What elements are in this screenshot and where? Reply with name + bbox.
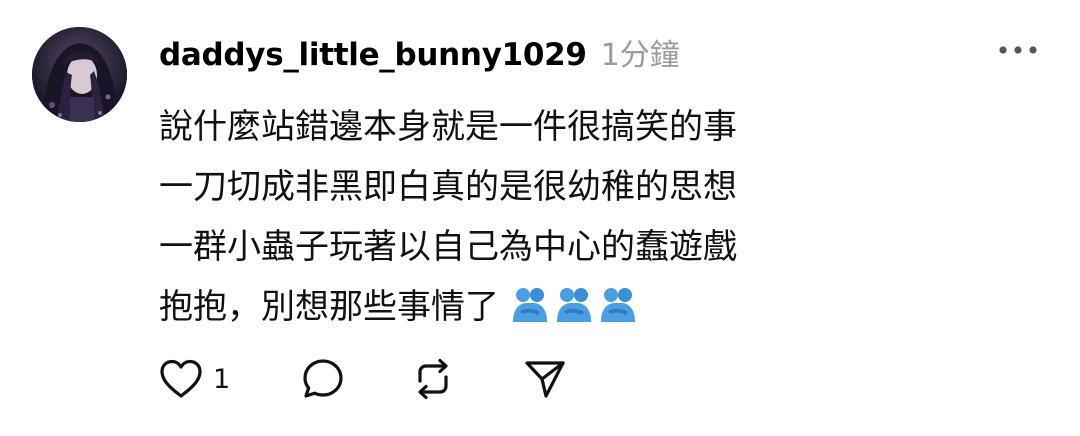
share-button[interactable] <box>523 356 567 402</box>
avatar[interactable] <box>32 27 127 122</box>
repost-icon <box>411 357 455 401</box>
post-body: 說什麼站錯邊本身就是一件很搞笑的事 一刀切成非黑即白真的是很幼稚的思想 一群小蟲… <box>159 97 919 337</box>
username[interactable]: daddys_little_bunny1029 <box>159 37 587 73</box>
post-text-line-last: 抱抱，別想那些事情了 <box>159 277 919 337</box>
people-hugging-icon <box>510 283 550 323</box>
reply-button[interactable] <box>301 356 345 402</box>
heart-icon <box>159 358 203 400</box>
post-header: daddys_little_bunny1029 1分鐘 <box>159 30 680 80</box>
timestamp: 1分鐘 <box>600 38 680 73</box>
repost-button[interactable] <box>411 356 455 402</box>
thread-post: daddys_little_bunny1029 1分鐘 說什麼站錯邊本身就是一件… <box>0 0 1080 436</box>
avatar-image <box>32 27 127 122</box>
people-hugging-icon <box>554 283 594 323</box>
post-text-segment: 抱抱，別想那些事情了 <box>159 287 499 327</box>
send-icon <box>523 357 567 401</box>
like-count: 1 <box>213 363 231 395</box>
speech-bubble-icon <box>301 357 345 401</box>
post-text-line: 說什麼站錯邊本身就是一件很搞笑的事 <box>159 107 737 147</box>
like-button[interactable]: 1 <box>159 356 230 402</box>
people-hugging-icon <box>598 283 638 323</box>
more-dots-icon[interactable] <box>997 38 1039 62</box>
post-text-line: 一群小蟲子玩著以自己為中心的蠢遊戲 <box>159 227 737 267</box>
post-text-line: 一刀切成非黑即白真的是很幼稚的思想 <box>159 167 737 207</box>
